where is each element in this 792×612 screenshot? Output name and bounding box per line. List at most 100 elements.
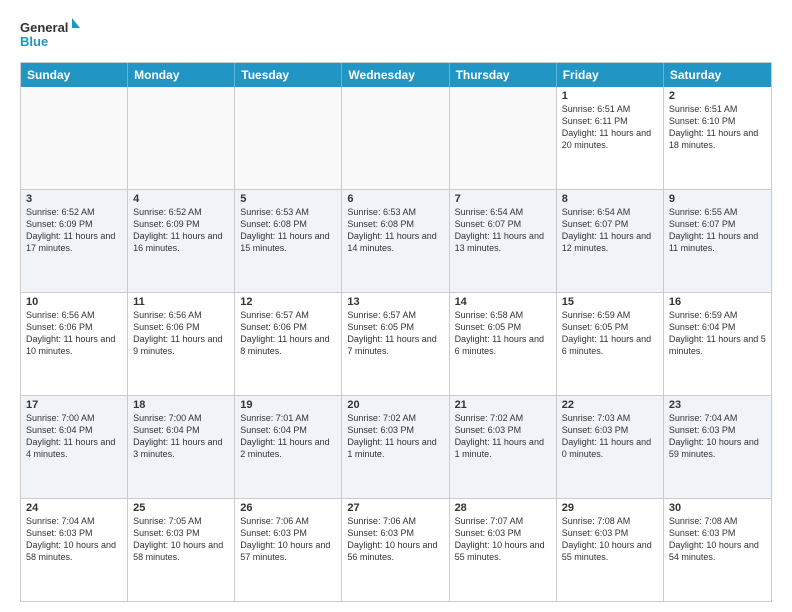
day-info: Sunrise: 7:06 AMSunset: 6:03 PMDaylight:… [240, 515, 336, 564]
day-number: 15 [562, 296, 658, 308]
day-info: Sunrise: 7:08 AMSunset: 6:03 PMDaylight:… [669, 515, 766, 564]
header-day-saturday: Saturday [664, 63, 771, 87]
day-number: 29 [562, 502, 658, 514]
calendar-cell-empty [450, 87, 557, 189]
calendar-cell-day-1: 1Sunrise: 6:51 AMSunset: 6:11 PMDaylight… [557, 87, 664, 189]
calendar-row-3: 17Sunrise: 7:00 AMSunset: 6:04 PMDayligh… [21, 395, 771, 498]
calendar: SundayMondayTuesdayWednesdayThursdayFrid… [20, 62, 772, 602]
day-info: Sunrise: 6:52 AMSunset: 6:09 PMDaylight:… [133, 206, 229, 255]
calendar-cell-empty [128, 87, 235, 189]
day-info: Sunrise: 7:04 AMSunset: 6:03 PMDaylight:… [669, 412, 766, 461]
day-info: Sunrise: 7:00 AMSunset: 6:04 PMDaylight:… [133, 412, 229, 461]
day-info: Sunrise: 6:53 AMSunset: 6:08 PMDaylight:… [240, 206, 336, 255]
day-info: Sunrise: 6:51 AMSunset: 6:11 PMDaylight:… [562, 103, 658, 152]
day-info: Sunrise: 6:59 AMSunset: 6:05 PMDaylight:… [562, 309, 658, 358]
day-info: Sunrise: 6:56 AMSunset: 6:06 PMDaylight:… [133, 309, 229, 358]
calendar-row-2: 10Sunrise: 6:56 AMSunset: 6:06 PMDayligh… [21, 292, 771, 395]
calendar-cell-day-10: 10Sunrise: 6:56 AMSunset: 6:06 PMDayligh… [21, 293, 128, 395]
calendar-row-0: 1Sunrise: 6:51 AMSunset: 6:11 PMDaylight… [21, 87, 771, 189]
calendar-cell-day-13: 13Sunrise: 6:57 AMSunset: 6:05 PMDayligh… [342, 293, 449, 395]
calendar-cell-day-25: 25Sunrise: 7:05 AMSunset: 6:03 PMDayligh… [128, 499, 235, 601]
header-day-thursday: Thursday [450, 63, 557, 87]
calendar-row-1: 3Sunrise: 6:52 AMSunset: 6:09 PMDaylight… [21, 189, 771, 292]
day-info: Sunrise: 6:56 AMSunset: 6:06 PMDaylight:… [26, 309, 122, 358]
header-day-sunday: Sunday [21, 63, 128, 87]
calendar-cell-day-4: 4Sunrise: 6:52 AMSunset: 6:09 PMDaylight… [128, 190, 235, 292]
day-number: 5 [240, 193, 336, 205]
calendar-cell-day-7: 7Sunrise: 6:54 AMSunset: 6:07 PMDaylight… [450, 190, 557, 292]
day-number: 19 [240, 399, 336, 411]
day-number: 12 [240, 296, 336, 308]
day-number: 28 [455, 502, 551, 514]
day-number: 21 [455, 399, 551, 411]
calendar-cell-day-15: 15Sunrise: 6:59 AMSunset: 6:05 PMDayligh… [557, 293, 664, 395]
calendar-cell-day-27: 27Sunrise: 7:06 AMSunset: 6:03 PMDayligh… [342, 499, 449, 601]
day-info: Sunrise: 7:04 AMSunset: 6:03 PMDaylight:… [26, 515, 122, 564]
calendar-cell-day-11: 11Sunrise: 6:56 AMSunset: 6:06 PMDayligh… [128, 293, 235, 395]
day-number: 14 [455, 296, 551, 308]
calendar-body: 1Sunrise: 6:51 AMSunset: 6:11 PMDaylight… [21, 87, 771, 601]
logo: General Blue [20, 16, 80, 52]
day-number: 2 [669, 90, 766, 102]
calendar-cell-day-21: 21Sunrise: 7:02 AMSunset: 6:03 PMDayligh… [450, 396, 557, 498]
day-info: Sunrise: 7:08 AMSunset: 6:03 PMDaylight:… [562, 515, 658, 564]
calendar-cell-day-23: 23Sunrise: 7:04 AMSunset: 6:03 PMDayligh… [664, 396, 771, 498]
day-number: 4 [133, 193, 229, 205]
calendar-cell-day-30: 30Sunrise: 7:08 AMSunset: 6:03 PMDayligh… [664, 499, 771, 601]
calendar-cell-day-20: 20Sunrise: 7:02 AMSunset: 6:03 PMDayligh… [342, 396, 449, 498]
day-number: 3 [26, 193, 122, 205]
calendar-cell-day-14: 14Sunrise: 6:58 AMSunset: 6:05 PMDayligh… [450, 293, 557, 395]
page-header: General Blue [20, 16, 772, 52]
day-number: 6 [347, 193, 443, 205]
day-info: Sunrise: 7:06 AMSunset: 6:03 PMDaylight:… [347, 515, 443, 564]
day-info: Sunrise: 6:52 AMSunset: 6:09 PMDaylight:… [26, 206, 122, 255]
calendar-cell-day-17: 17Sunrise: 7:00 AMSunset: 6:04 PMDayligh… [21, 396, 128, 498]
calendar-cell-day-24: 24Sunrise: 7:04 AMSunset: 6:03 PMDayligh… [21, 499, 128, 601]
day-info: Sunrise: 6:54 AMSunset: 6:07 PMDaylight:… [562, 206, 658, 255]
calendar-cell-day-5: 5Sunrise: 6:53 AMSunset: 6:08 PMDaylight… [235, 190, 342, 292]
svg-text:Blue: Blue [20, 34, 48, 49]
day-number: 13 [347, 296, 443, 308]
svg-text:General: General [20, 20, 68, 35]
day-number: 20 [347, 399, 443, 411]
calendar-cell-day-9: 9Sunrise: 6:55 AMSunset: 6:07 PMDaylight… [664, 190, 771, 292]
day-info: Sunrise: 6:54 AMSunset: 6:07 PMDaylight:… [455, 206, 551, 255]
day-number: 1 [562, 90, 658, 102]
calendar-cell-day-16: 16Sunrise: 6:59 AMSunset: 6:04 PMDayligh… [664, 293, 771, 395]
day-info: Sunrise: 6:53 AMSunset: 6:08 PMDaylight:… [347, 206, 443, 255]
day-info: Sunrise: 6:57 AMSunset: 6:05 PMDaylight:… [347, 309, 443, 358]
day-number: 26 [240, 502, 336, 514]
calendar-cell-day-19: 19Sunrise: 7:01 AMSunset: 6:04 PMDayligh… [235, 396, 342, 498]
calendar-cell-day-22: 22Sunrise: 7:03 AMSunset: 6:03 PMDayligh… [557, 396, 664, 498]
day-number: 11 [133, 296, 229, 308]
header-day-monday: Monday [128, 63, 235, 87]
day-number: 24 [26, 502, 122, 514]
day-info: Sunrise: 7:05 AMSunset: 6:03 PMDaylight:… [133, 515, 229, 564]
day-info: Sunrise: 7:01 AMSunset: 6:04 PMDaylight:… [240, 412, 336, 461]
day-info: Sunrise: 6:58 AMSunset: 6:05 PMDaylight:… [455, 309, 551, 358]
calendar-cell-day-26: 26Sunrise: 7:06 AMSunset: 6:03 PMDayligh… [235, 499, 342, 601]
header-day-friday: Friday [557, 63, 664, 87]
calendar-cell-day-29: 29Sunrise: 7:08 AMSunset: 6:03 PMDayligh… [557, 499, 664, 601]
calendar-cell-day-28: 28Sunrise: 7:07 AMSunset: 6:03 PMDayligh… [450, 499, 557, 601]
day-number: 9 [669, 193, 766, 205]
day-number: 30 [669, 502, 766, 514]
day-number: 22 [562, 399, 658, 411]
calendar-cell-day-2: 2Sunrise: 6:51 AMSunset: 6:10 PMDaylight… [664, 87, 771, 189]
header-day-wednesday: Wednesday [342, 63, 449, 87]
calendar-cell-day-12: 12Sunrise: 6:57 AMSunset: 6:06 PMDayligh… [235, 293, 342, 395]
calendar-cell-day-8: 8Sunrise: 6:54 AMSunset: 6:07 PMDaylight… [557, 190, 664, 292]
day-info: Sunrise: 7:02 AMSunset: 6:03 PMDaylight:… [455, 412, 551, 461]
day-info: Sunrise: 6:51 AMSunset: 6:10 PMDaylight:… [669, 103, 766, 152]
calendar-cell-empty [235, 87, 342, 189]
day-info: Sunrise: 6:57 AMSunset: 6:06 PMDaylight:… [240, 309, 336, 358]
day-number: 27 [347, 502, 443, 514]
day-number: 18 [133, 399, 229, 411]
day-info: Sunrise: 7:02 AMSunset: 6:03 PMDaylight:… [347, 412, 443, 461]
day-number: 25 [133, 502, 229, 514]
day-info: Sunrise: 6:59 AMSunset: 6:04 PMDaylight:… [669, 309, 766, 358]
calendar-cell-day-6: 6Sunrise: 6:53 AMSunset: 6:08 PMDaylight… [342, 190, 449, 292]
calendar-cell-day-18: 18Sunrise: 7:00 AMSunset: 6:04 PMDayligh… [128, 396, 235, 498]
calendar-cell-empty [342, 87, 449, 189]
header-day-tuesday: Tuesday [235, 63, 342, 87]
